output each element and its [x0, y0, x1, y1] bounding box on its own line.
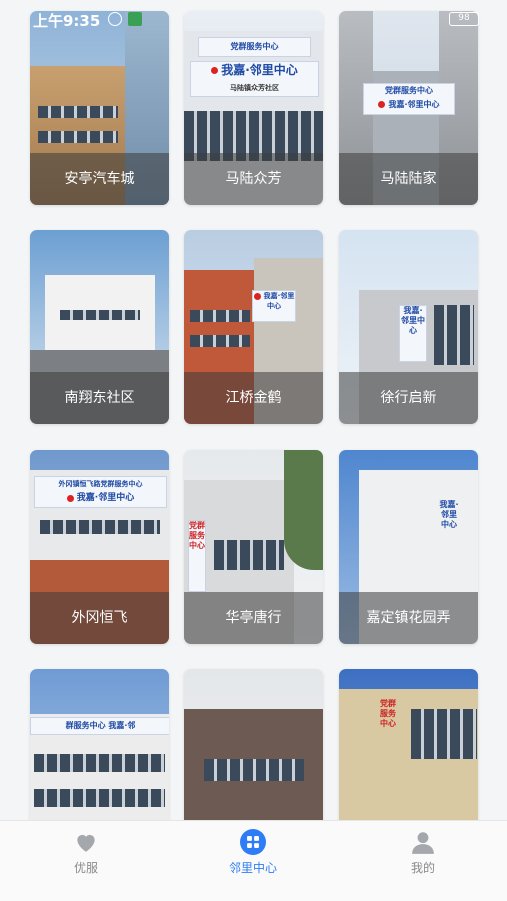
center-card-jiangqiao-jinhe[interactable]: 我嘉·邻里中心 江桥金鹤 [184, 230, 323, 424]
building-sign: 党群服务中心 [188, 520, 206, 592]
center-card-malu-lujia[interactable]: 党群服务中心 我嘉·邻里中心 马陆陆家 [339, 11, 478, 205]
center-card-jiading-huayuannong[interactable]: 我嘉·邻里中心 嘉定镇花园弄 [339, 450, 478, 644]
clock-icon [108, 12, 122, 26]
tab-mine[interactable]: 我的 [373, 829, 473, 876]
building-sign: 我嘉·邻里中心 [439, 500, 459, 529]
card-label: 马陆陆家 [339, 153, 478, 205]
building-sign: 我嘉·邻里中心 [399, 305, 427, 362]
center-card-malu-zhongfang[interactable]: 党群服务中心 我嘉·邻里中心 马陆镇众芳社区 马陆众芳 [184, 11, 323, 205]
tab-label: 我的 [410, 861, 435, 875]
status-bar: 上午9:35 98 [0, 0, 507, 36]
center-card-row4-1[interactable]: 群服务中心 我嘉·邻 [30, 669, 169, 820]
grid-icon [240, 829, 266, 855]
building-sign: 外冈镇恒飞路党群服务中心 我嘉·邻里中心 [34, 476, 167, 508]
tab-label: 邻里中心 [228, 861, 277, 875]
building-sign: 我嘉·邻里中心 马陆镇众芳社区 [190, 61, 319, 97]
building-sign: 我嘉·邻里中心 [252, 290, 296, 322]
logo-icon [253, 292, 261, 300]
center-card-waigang-hengfei[interactable]: 外冈镇恒飞路党群服务中心 我嘉·邻里中心 外冈恒飞 [30, 450, 169, 644]
notification-icon [128, 12, 142, 26]
building-sign: 党群服务中心 我嘉·邻里中心 [363, 83, 455, 115]
heart-icon [73, 829, 99, 855]
status-time: 上午9:35 [33, 12, 101, 30]
neighborhood-center-grid: 安亭汽车城 党群服务中心 我嘉·邻里中心 马陆镇众芳社区 马陆众芳 党群服务中心… [0, 0, 507, 820]
tab-label: 优服 [73, 861, 98, 875]
center-card-huating-tangxing[interactable]: 党群服务中心 华亭唐行 [184, 450, 323, 644]
tab-youfu[interactable]: 优服 [36, 829, 136, 876]
card-label: 南翔东社区 [30, 372, 169, 424]
center-card-row4-3[interactable]: 党群服务中心 [339, 669, 478, 820]
logo-icon [378, 101, 386, 108]
center-card-nanxiang-east[interactable]: 南翔东社区 [30, 230, 169, 424]
card-label: 徐行启新 [339, 372, 478, 424]
logo-icon [211, 67, 219, 74]
card-label: 安亭汽车城 [30, 153, 169, 205]
center-card-xuxing-qixin[interactable]: 我嘉·邻里中心 徐行启新 [339, 230, 478, 424]
card-label: 马陆众芳 [184, 153, 323, 205]
building-sign: 党群服务中心 [380, 699, 396, 728]
battery-icon: 98 [449, 12, 479, 26]
building-sign: 群服务中心 我嘉·邻 [30, 717, 169, 735]
logo-icon [66, 494, 74, 502]
card-label: 江桥金鹤 [184, 372, 323, 424]
tab-neighborhood-center[interactable]: 邻里中心 [203, 829, 303, 876]
card-label: 外冈恒飞 [30, 592, 169, 644]
card-label: 华亭唐行 [184, 592, 323, 644]
bottom-tab-bar: 优服 邻里中心 我的 [0, 820, 507, 901]
center-card-row4-2[interactable] [184, 669, 323, 820]
building-sign-top: 党群服务中心 [198, 37, 311, 57]
user-icon [410, 829, 436, 855]
card-label: 嘉定镇花园弄 [339, 592, 478, 644]
center-card-anting[interactable]: 安亭汽车城 [30, 11, 169, 205]
